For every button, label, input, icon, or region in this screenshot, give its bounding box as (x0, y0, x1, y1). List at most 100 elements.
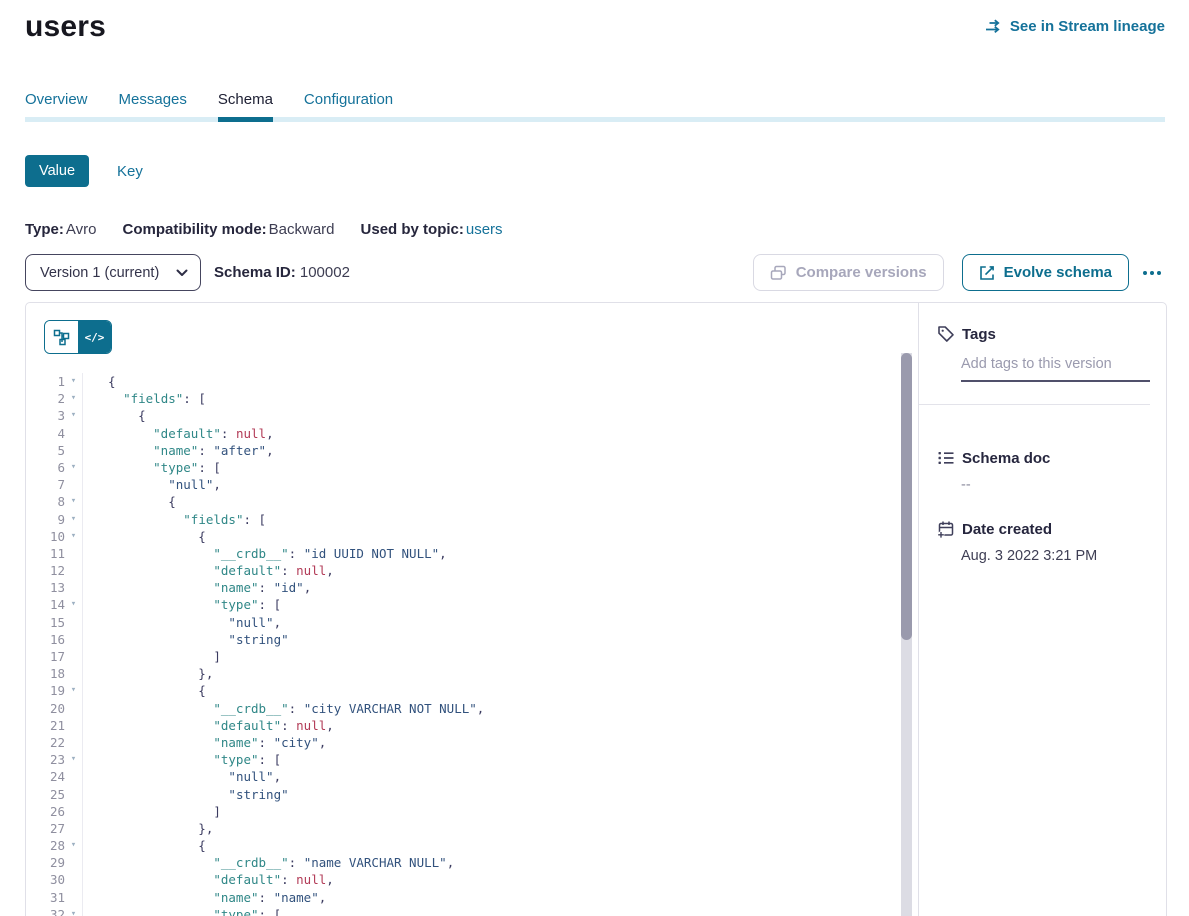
code-text: { (83, 407, 146, 424)
code-text: "type": [ (83, 751, 281, 768)
fold-arrow-icon[interactable]: ▾ (65, 511, 83, 528)
meta-value: Backward (269, 221, 335, 238)
line-number: 10 (26, 528, 65, 545)
tab-schema[interactable]: Schema (218, 91, 273, 122)
code-text: ] (83, 803, 221, 820)
code-line: 21 "default": null, (26, 717, 898, 734)
line-number: 15 (26, 614, 65, 631)
topic-link[interactable]: users (466, 221, 503, 238)
page-title: users (25, 10, 106, 44)
fold-spacer (65, 803, 83, 820)
stream-lineage-link[interactable]: See in Stream lineage (985, 18, 1165, 35)
code-text: { (83, 682, 206, 699)
code-line: 32▾ "type": [ (26, 906, 898, 916)
tree-view-icon (53, 329, 70, 346)
editor-view-toggle: </> (44, 320, 112, 354)
code-line: 27 }, (26, 820, 898, 837)
code-text: "name": "after", (83, 442, 274, 459)
code-text: "fields": [ (83, 390, 206, 407)
code-text: "type": [ (83, 459, 221, 476)
code-line: 28▾ { (26, 837, 898, 854)
fold-spacer (65, 871, 83, 888)
meta-label: Compatibility mode: (122, 221, 266, 238)
code-text: ] (83, 648, 221, 665)
version-select[interactable]: Version 1 (current) (25, 254, 201, 291)
fold-arrow-icon[interactable]: ▾ (65, 751, 83, 768)
line-number: 24 (26, 768, 65, 785)
fold-spacer (65, 700, 83, 717)
fold-spacer (65, 476, 83, 493)
version-select-value: Version 1 (current) (40, 265, 159, 281)
line-number: 1 (26, 373, 65, 390)
line-number: 30 (26, 871, 65, 888)
line-number: 26 (26, 803, 65, 820)
line-number: 9 (26, 511, 65, 528)
fold-arrow-icon[interactable]: ▾ (65, 528, 83, 545)
key-tab-button[interactable]: Key (117, 163, 143, 180)
edit-icon (979, 265, 995, 281)
fold-arrow-icon[interactable]: ▾ (65, 407, 83, 424)
fold-arrow-icon[interactable]: ▾ (65, 459, 83, 476)
compare-versions-button[interactable]: Compare versions (753, 254, 944, 291)
more-options-button[interactable] (1139, 263, 1165, 283)
line-number: 6 (26, 459, 65, 476)
line-number: 16 (26, 631, 65, 648)
code-text: "default": null, (83, 562, 334, 579)
line-number: 19 (26, 682, 65, 699)
code-lines: 1▾{2▾ "fields": [3▾ {4 "default": null,5… (26, 373, 898, 916)
code-line: 18 }, (26, 665, 898, 682)
code-view-toggle[interactable]: </> (78, 321, 111, 353)
code-text: "string" (83, 631, 289, 648)
code-text: "__crdb__": "city VARCHAR NOT NULL", (83, 700, 484, 717)
fold-spacer (65, 854, 83, 871)
line-number: 14 (26, 596, 65, 613)
fold-arrow-icon[interactable]: ▾ (65, 373, 83, 390)
meta-item: Used by topic:users (361, 221, 503, 238)
code-text: { (83, 528, 206, 545)
code-line: 13 "name": "id", (26, 579, 898, 596)
value-tab-button[interactable]: Value (25, 155, 89, 187)
compare-versions-icon (770, 265, 787, 281)
editor-scrollbar-track[interactable] (901, 353, 912, 916)
schema-id: Schema ID: 100002 (214, 264, 350, 281)
schema-doc-header: Schema doc (937, 449, 1150, 467)
line-number: 32 (26, 906, 65, 916)
fold-arrow-icon[interactable]: ▾ (65, 390, 83, 407)
code-line: 25 "string" (26, 786, 898, 803)
fold-spacer (65, 889, 83, 906)
fold-spacer (65, 786, 83, 803)
line-number: 17 (26, 648, 65, 665)
line-number: 29 (26, 854, 65, 871)
schema-doc-value: -- (961, 477, 1150, 493)
code-line: 7 "null", (26, 476, 898, 493)
fold-arrow-icon[interactable]: ▾ (65, 906, 83, 916)
schema-id-value: 100002 (300, 264, 350, 281)
fold-arrow-icon[interactable]: ▾ (65, 493, 83, 510)
code-text: { (83, 493, 176, 510)
fold-arrow-icon[interactable]: ▾ (65, 682, 83, 699)
fold-arrow-icon[interactable]: ▾ (65, 837, 83, 854)
code-text: "fields": [ (83, 511, 266, 528)
line-number: 8 (26, 493, 65, 510)
evolve-schema-button[interactable]: Evolve schema (962, 254, 1129, 291)
meta-label: Type: (25, 221, 64, 238)
line-number: 21 (26, 717, 65, 734)
code-line: 23▾ "type": [ (26, 751, 898, 768)
calendar-add-icon (937, 520, 955, 538)
editor-scrollbar-thumb[interactable] (901, 353, 912, 640)
line-number: 20 (26, 700, 65, 717)
line-number: 18 (26, 665, 65, 682)
code-line: 19▾ { (26, 682, 898, 699)
code-line: 22 "name": "city", (26, 734, 898, 751)
schema-id-label: Schema ID: (214, 264, 296, 281)
line-number: 27 (26, 820, 65, 837)
fold-spacer (65, 768, 83, 785)
code-text: }, (83, 665, 213, 682)
code-line: 2▾ "fields": [ (26, 390, 898, 407)
date-created-header: Date created (937, 520, 1150, 538)
fold-arrow-icon[interactable]: ▾ (65, 596, 83, 613)
add-tags-input[interactable] (961, 356, 1150, 382)
code-line: 30 "default": null, (26, 871, 898, 888)
tree-view-toggle[interactable] (45, 321, 78, 353)
code-view-icon: </> (85, 331, 105, 344)
